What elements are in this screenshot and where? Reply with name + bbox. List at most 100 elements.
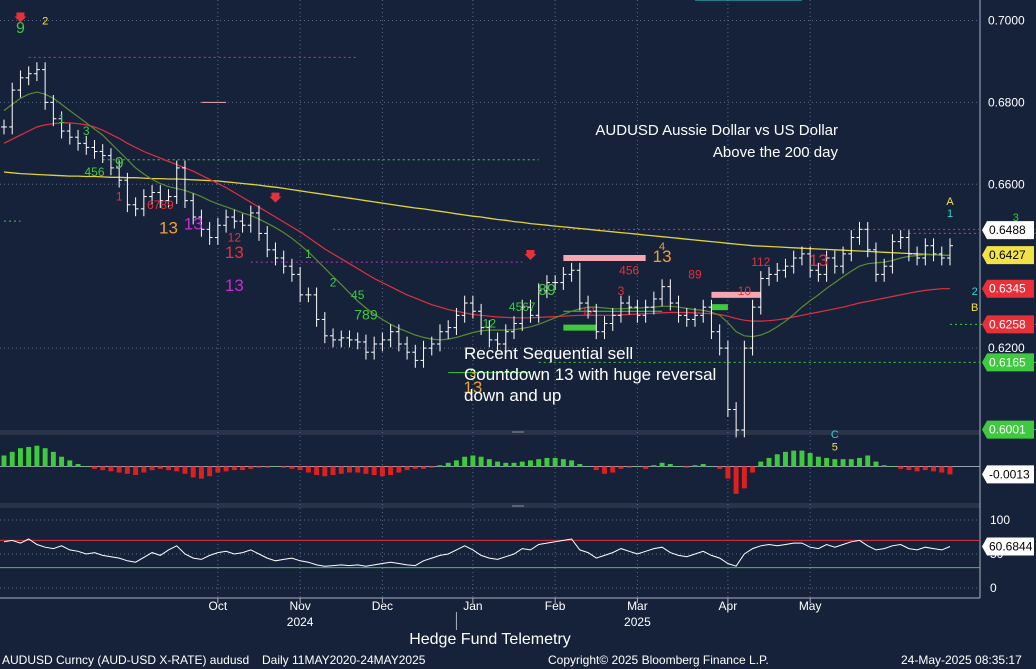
macd-bar [511, 462, 517, 467]
macd-bar [240, 466, 246, 471]
chart-title: AUDUSD Aussie Dollar vs US Dollar [595, 122, 838, 139]
macd-bar [610, 466, 616, 473]
macd-bar [437, 465, 443, 467]
macd-bar [281, 466, 287, 468]
annotation-text: Recent Sequential sell [464, 344, 633, 363]
sequential-count-label: 1 [305, 247, 312, 261]
price-bar [831, 250, 838, 274]
macd-bar [733, 466, 739, 494]
macd-bar [330, 466, 336, 475]
price-bar [856, 221, 863, 245]
price-bar [91, 140, 98, 159]
price-bar [436, 324, 443, 352]
macd-bar [503, 462, 509, 467]
period-label: Daily 11MAY2020-24MAY2025 [262, 653, 426, 667]
chart-canvas: 0.70000.68000.66000.62000.68269213456916… [0, 0, 1036, 630]
price-bar [445, 320, 452, 340]
macd-bar [931, 466, 937, 472]
macd-bar [593, 466, 599, 471]
macd-bar [264, 466, 270, 468]
macd-bar [618, 466, 624, 469]
macd-bar [59, 456, 65, 467]
chart-title: Above the 200 day [713, 144, 839, 161]
sequential-count-label: 12 [483, 317, 497, 331]
macd-bar [388, 466, 394, 475]
month-label: Apr [719, 599, 738, 613]
macd-last-label: -0.0013 [989, 467, 1030, 481]
macd-bar [676, 466, 682, 467]
price-bar [766, 267, 773, 286]
macd-bar [708, 466, 714, 467]
month-label: Jan [463, 599, 482, 613]
macd-bar [34, 445, 40, 467]
macd-bar [807, 453, 813, 467]
macd-bar [124, 466, 130, 474]
macd-bar [141, 466, 147, 473]
macd-bar [560, 459, 566, 467]
price-bar [17, 70, 24, 98]
macd-bar [626, 466, 632, 468]
price-bar [782, 258, 789, 278]
price-bar [576, 262, 583, 311]
price-bar [601, 316, 608, 340]
macd-bar [898, 466, 904, 469]
macd-bar [815, 456, 821, 467]
price-tag-label: 0.6488 [989, 223, 1026, 237]
macd-bar [314, 466, 320, 475]
price-bar [338, 330, 345, 348]
price-bar [741, 340, 748, 438]
macd-bar [700, 464, 706, 467]
month-label: May [799, 599, 822, 613]
macd-bar [552, 457, 558, 467]
macd-bar [363, 466, 369, 474]
sequential-count-label: 13 [184, 214, 203, 233]
price-tag-label: 0.6427 [989, 248, 1026, 262]
macd-bar [659, 462, 665, 467]
price-bar [362, 334, 369, 360]
macd-bar [157, 466, 163, 469]
macd-bar [289, 466, 295, 469]
year-label: 2024 [287, 615, 314, 629]
macd-bar [371, 466, 377, 475]
sequential-count-label: 5 [832, 441, 838, 453]
sequential-count-label: 112 [751, 255, 770, 269]
price-bar [420, 340, 427, 368]
price-bar [1, 119, 7, 135]
sequential-count-label: 13 [809, 251, 828, 270]
price-bar [683, 307, 690, 327]
price-bar [872, 242, 879, 282]
macd-bar [453, 460, 459, 467]
price-bar [231, 209, 238, 229]
instrument-label: AUDUSD Curncy (AUD-USD X-RATE) audusd [2, 653, 250, 667]
macd-bar [634, 466, 640, 467]
sequential-count-label: 6789 [147, 198, 174, 212]
sequential-count-label: 789 [354, 306, 378, 322]
sequential-count-label: C [831, 429, 839, 441]
panel-divider-bottom [0, 503, 980, 508]
macd-bar [667, 464, 673, 467]
sequential-count-label: 4567 [509, 300, 536, 314]
price-bar [330, 328, 337, 348]
macd-bar [379, 466, 385, 477]
macd-bar [585, 466, 591, 467]
price-bar [305, 287, 312, 303]
price-bar [930, 238, 937, 262]
signal-bar [563, 324, 597, 331]
macd-bar [305, 466, 311, 473]
macd-bar [889, 466, 895, 467]
macd-bar [100, 466, 106, 471]
sequential-count-label: 89 [688, 267, 702, 281]
macd-bar [322, 466, 328, 477]
price-tick-label: 0.6800 [988, 95, 1025, 109]
macd-bar [248, 466, 254, 469]
sequential-count-label: 10 [738, 284, 752, 298]
macd-bar [223, 466, 229, 472]
price-bar [511, 316, 518, 340]
price-bar [107, 148, 114, 176]
price-bar [288, 258, 295, 282]
macd-bar [528, 460, 533, 467]
price-bar [659, 279, 666, 307]
price-bar [132, 197, 139, 217]
rsi-tick-label: 0 [990, 581, 997, 595]
price-bar [716, 324, 723, 356]
